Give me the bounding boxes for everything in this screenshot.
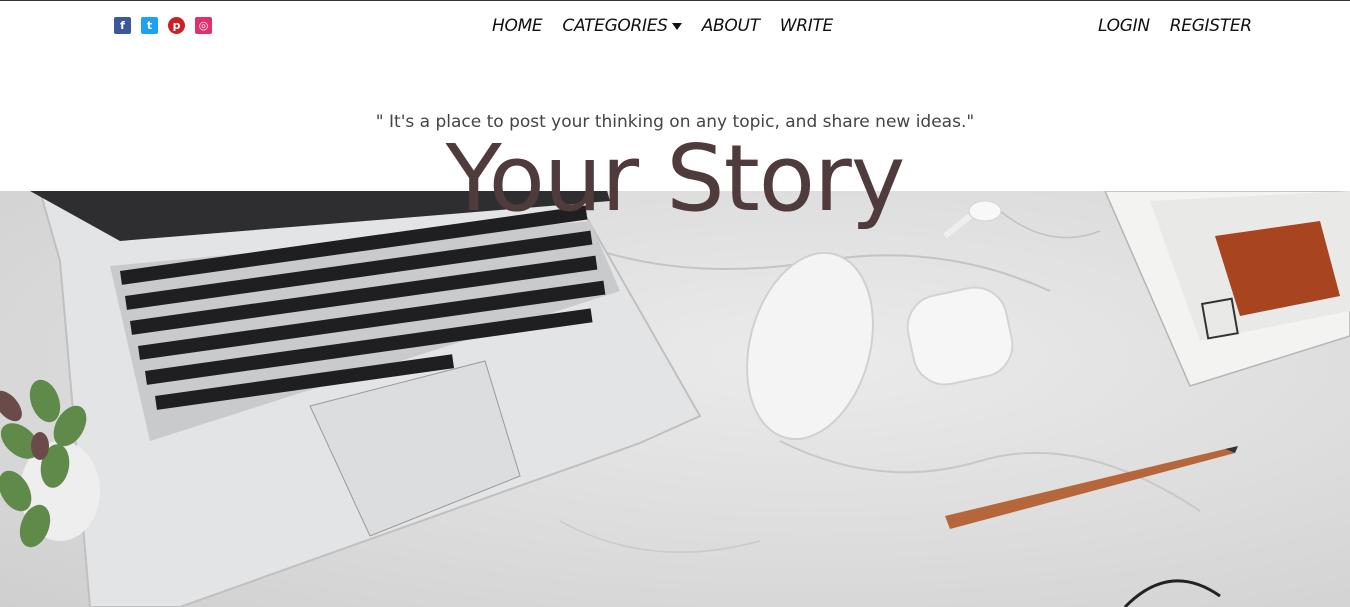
nav-categories-label: CATEGORIES bbox=[562, 16, 668, 36]
social-links: f t p ◎ bbox=[114, 17, 212, 34]
laptop bbox=[30, 191, 702, 607]
auth-nav: LOGIN REGISTER bbox=[1098, 16, 1252, 36]
page-title: Your Story bbox=[445, 125, 906, 232]
nav-write[interactable]: WRITE bbox=[780, 16, 834, 36]
nav-categories[interactable]: CATEGORIES bbox=[562, 16, 682, 36]
instagram-icon[interactable]: ◎ bbox=[195, 17, 212, 34]
hero-image bbox=[0, 191, 1350, 607]
desk-illustration bbox=[0, 191, 1350, 607]
twitter-icon[interactable]: t bbox=[141, 17, 158, 34]
nav-about[interactable]: ABOUT bbox=[702, 16, 760, 36]
nav-home[interactable]: HOME bbox=[492, 16, 543, 36]
facebook-icon[interactable]: f bbox=[114, 17, 131, 34]
mouse bbox=[746, 251, 874, 441]
pinterest-icon[interactable]: p bbox=[168, 17, 185, 34]
navbar: f t p ◎ HOME CATEGORIES ABOUT WRITE LOGI… bbox=[0, 1, 1350, 51]
main-nav: HOME CATEGORIES ABOUT WRITE bbox=[492, 16, 833, 36]
nav-register[interactable]: REGISTER bbox=[1170, 16, 1252, 36]
airpods-case bbox=[906, 286, 1014, 386]
nav-login[interactable]: LOGIN bbox=[1098, 16, 1150, 36]
caret-down-icon bbox=[671, 22, 682, 30]
